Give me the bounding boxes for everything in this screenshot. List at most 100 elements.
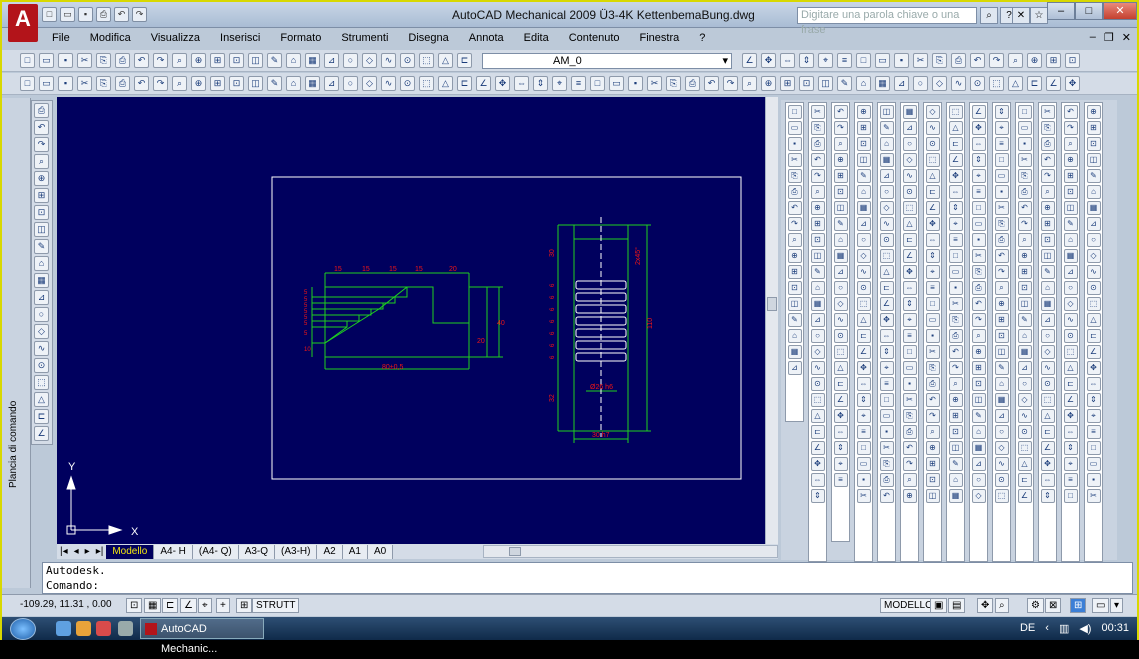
- right-tool-5-24-icon[interactable]: ⊕: [902, 489, 917, 503]
- tb1-tool-26-icon[interactable]: ⇔: [780, 53, 795, 68]
- right-tool-1-8-icon[interactable]: ⊡: [810, 233, 825, 247]
- tb1-tool-6-icon[interactable]: ↶: [134, 53, 149, 68]
- right-tool-10-10-icon[interactable]: ⊞: [1017, 265, 1032, 279]
- right-tool-7-1-icon[interactable]: △: [948, 121, 963, 135]
- right-tool-7-5-icon[interactable]: ⇔: [948, 185, 963, 199]
- right-tool-3-14-icon[interactable]: ⊏: [856, 329, 871, 343]
- right-tool-9-3-icon[interactable]: □: [994, 153, 1009, 167]
- right-tool-10-12-icon[interactable]: ◫: [1017, 297, 1032, 311]
- right-tool-1-2-icon[interactable]: ⎙: [810, 137, 825, 151]
- left-palette-tool-11-icon[interactable]: ⊿: [34, 290, 49, 305]
- right-tool-8-9-icon[interactable]: ✂: [971, 249, 986, 263]
- show-desktop-icon[interactable]: [56, 621, 71, 636]
- right-tool-8-8-icon[interactable]: ▪: [971, 233, 986, 247]
- left-palette-tool-5-icon[interactable]: ⊞: [34, 188, 49, 203]
- right-tool-2-4-icon[interactable]: ⊞: [833, 169, 848, 183]
- right-tool-11-14-icon[interactable]: ○: [1040, 329, 1055, 343]
- right-tool-11-15-icon[interactable]: ◇: [1040, 345, 1055, 359]
- tb2-tool-17-icon[interactable]: ○: [343, 76, 358, 91]
- right-tool-7-4-icon[interactable]: ✥: [948, 169, 963, 183]
- tb1-tool-14-icon[interactable]: ⌂: [286, 53, 301, 68]
- right-tool-10-23-icon[interactable]: ⊏: [1017, 473, 1032, 487]
- right-tool-7-22-icon[interactable]: ✎: [948, 457, 963, 471]
- right-tool-9-15-icon[interactable]: ◫: [994, 345, 1009, 359]
- tb2-tool-29-icon[interactable]: ≡: [571, 76, 586, 91]
- tb2-tool-39-icon[interactable]: ⊕: [761, 76, 776, 91]
- command-line[interactable]: Autodesk. Comando:: [42, 562, 1133, 594]
- right-tool-7-2-icon[interactable]: ⊏: [948, 137, 963, 151]
- right-tool-3-17-icon[interactable]: ⇔: [856, 377, 871, 391]
- tb2-tool-16-icon[interactable]: ⊿: [324, 76, 339, 91]
- right-tool-3-5-icon[interactable]: ⌂: [856, 185, 871, 199]
- browser-icon[interactable]: [96, 621, 111, 636]
- tb2-tool-23-icon[interactable]: ⊏: [457, 76, 472, 91]
- menu-item-3[interactable]: Inserisci: [210, 29, 270, 49]
- right-tool-5-8-icon[interactable]: ⊏: [902, 233, 917, 247]
- right-tool-3-20-icon[interactable]: ≡: [856, 425, 871, 439]
- status-menu-arrow-icon[interactable]: ▾: [1110, 598, 1124, 613]
- right-tool-0-10-icon[interactable]: ⊞: [787, 265, 802, 279]
- right-tool-4-0-icon[interactable]: ◫: [879, 105, 894, 119]
- layout-tab-6[interactable]: A1: [342, 544, 368, 559]
- right-tool-10-7-icon[interactable]: ↷: [1017, 217, 1032, 231]
- right-tool-1-7-icon[interactable]: ⊞: [810, 217, 825, 231]
- tb2-tool-55-icon[interactable]: ✥: [1065, 76, 1080, 91]
- right-tool-7-15-icon[interactable]: ↶: [948, 345, 963, 359]
- tb1-tool-13-icon[interactable]: ✎: [267, 53, 282, 68]
- open-icon[interactable]: ▭: [60, 7, 75, 22]
- tb1-tool-1-icon[interactable]: ▭: [39, 53, 54, 68]
- right-tool-10-15-icon[interactable]: ▦: [1017, 345, 1032, 359]
- left-palette-tool-2-icon[interactable]: ↷: [34, 137, 49, 152]
- tb1-tool-40-icon[interactable]: ⊞: [1046, 53, 1061, 68]
- toolbar-lock-icon[interactable]: ⊞: [1070, 598, 1087, 613]
- right-tool-1-22-icon[interactable]: ✥: [810, 457, 825, 471]
- language-indicator[interactable]: DE: [1020, 622, 1035, 635]
- zoom-icon[interactable]: ⌕: [995, 598, 1009, 613]
- right-tool-12-5-icon[interactable]: ⊡: [1063, 185, 1078, 199]
- tb2-tool-37-icon[interactable]: ↷: [723, 76, 738, 91]
- menu-item-0[interactable]: File: [42, 29, 80, 49]
- right-tool-13-20-icon[interactable]: ≡: [1086, 425, 1101, 439]
- canvas-vertical-scrollbar[interactable]: [765, 97, 778, 544]
- right-tool-2-9-icon[interactable]: ▦: [833, 249, 848, 263]
- right-tool-9-5-icon[interactable]: ▪: [994, 185, 1009, 199]
- command-prompt[interactable]: Comando:: [43, 578, 1132, 593]
- polar-icon[interactable]: ∠: [180, 598, 197, 613]
- right-tool-12-12-icon[interactable]: ◇: [1063, 297, 1078, 311]
- right-tool-6-4-icon[interactable]: △: [925, 169, 940, 183]
- right-tool-10-14-icon[interactable]: ⌂: [1017, 329, 1032, 343]
- right-tool-11-6-icon[interactable]: ⊕: [1040, 201, 1055, 215]
- tb2-tool-21-icon[interactable]: ⬚: [419, 76, 434, 91]
- tb2-tool-28-icon[interactable]: ⌖: [552, 76, 567, 91]
- left-palette-tool-15-icon[interactable]: ⊙: [34, 358, 49, 373]
- right-tool-3-12-icon[interactable]: ⬚: [856, 297, 871, 311]
- right-tool-1-11-icon[interactable]: ⌂: [810, 281, 825, 295]
- right-tool-7-20-icon[interactable]: ⊡: [948, 425, 963, 439]
- tb2-tool-12-icon[interactable]: ◫: [248, 76, 263, 91]
- right-tool-7-7-icon[interactable]: ⌖: [948, 217, 963, 231]
- right-tool-2-11-icon[interactable]: ○: [833, 281, 848, 295]
- right-tool-10-11-icon[interactable]: ⊡: [1017, 281, 1032, 295]
- right-tool-6-13-icon[interactable]: ▭: [925, 313, 940, 327]
- right-tool-9-18-icon[interactable]: ▦: [994, 393, 1009, 407]
- right-tool-10-9-icon[interactable]: ⊕: [1017, 249, 1032, 263]
- tb1-tool-36-icon[interactable]: ↶: [970, 53, 985, 68]
- right-tool-7-14-icon[interactable]: ⎙: [948, 329, 963, 343]
- tb1-tool-7-icon[interactable]: ↷: [153, 53, 168, 68]
- right-tool-0-12-icon[interactable]: ◫: [787, 297, 802, 311]
- right-tool-9-17-icon[interactable]: ⌂: [994, 377, 1009, 391]
- right-tool-4-21-icon[interactable]: ✂: [879, 441, 894, 455]
- right-tool-4-19-icon[interactable]: ▭: [879, 409, 894, 423]
- right-tool-9-21-icon[interactable]: ◇: [994, 441, 1009, 455]
- right-tool-11-8-icon[interactable]: ⊡: [1040, 233, 1055, 247]
- right-tool-13-16-icon[interactable]: ✥: [1086, 361, 1101, 375]
- menu-item-4[interactable]: Formato: [270, 29, 331, 49]
- canvas-horizontal-scrollbar[interactable]: [483, 545, 778, 558]
- tab-next-arrow-icon[interactable]: ▸: [82, 546, 93, 557]
- right-tool-3-15-icon[interactable]: ∠: [856, 345, 871, 359]
- right-tool-3-24-icon[interactable]: ✂: [856, 489, 871, 503]
- right-tool-5-16-icon[interactable]: ▭: [902, 361, 917, 375]
- right-tool-4-1-icon[interactable]: ✎: [879, 121, 894, 135]
- right-tool-6-2-icon[interactable]: ⊙: [925, 137, 940, 151]
- right-tool-0-16-icon[interactable]: ⊿: [787, 361, 802, 375]
